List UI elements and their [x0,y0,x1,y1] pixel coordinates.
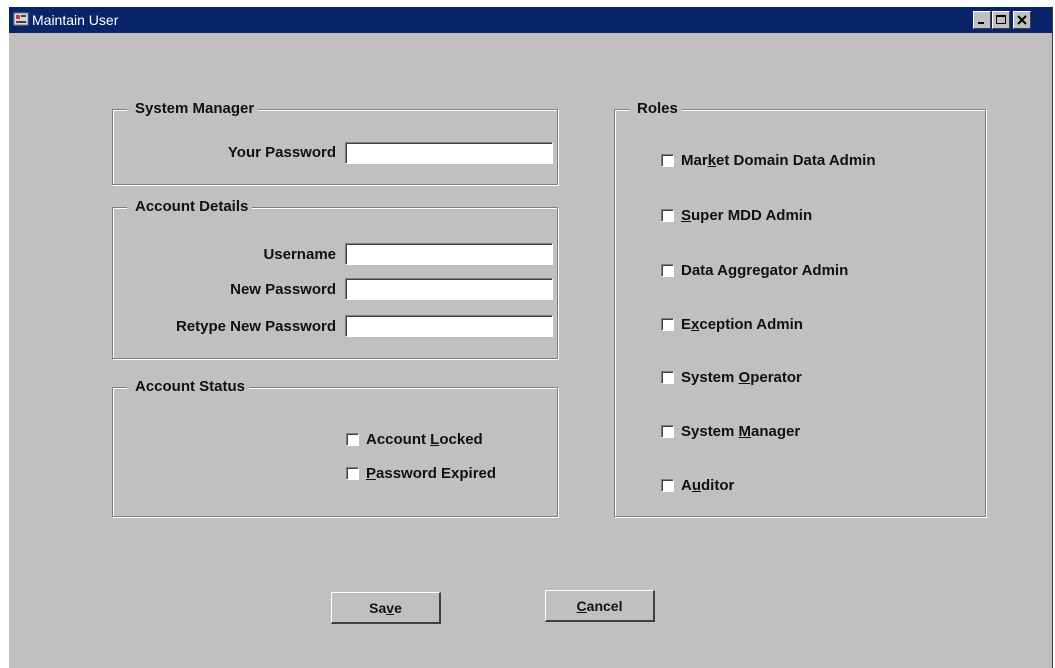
minimize-button[interactable] [973,11,991,29]
password-expired-label: Password Expired [366,465,497,482]
roles-group: Roles Market Domain Data Admin Super MDD… [614,101,986,517]
role-label: Data Aggregator Admin [681,262,849,279]
cancel-button[interactable]: Cancel [545,590,655,622]
title-bar[interactable]: Maintain User [9,7,1052,33]
app-icon [13,12,29,26]
role-super-mdd-admin[interactable]: Super MDD Admin [661,207,812,224]
save-button-label: Save [369,599,402,616]
username-input[interactable] [345,243,553,265]
role-label: System Operator [681,369,802,386]
account-locked-label: Account Locked [366,431,483,448]
maintain-user-window: Maintain User System Manager Your Passwo… [8,6,1053,668]
minimize-icon [978,22,984,24]
role-system-manager[interactable]: System Manager [661,423,800,440]
checkbox-box[interactable] [661,154,674,167]
system-manager-group-label: System Manager [127,101,259,117]
system-manager-group: System Manager Your Password [112,101,558,185]
role-data-aggregator-admin[interactable]: Data Aggregator Admin [661,262,848,279]
role-label: Exception Admin [681,316,803,333]
checkbox-box[interactable] [346,467,359,480]
window-title: Maintain User [32,12,119,28]
role-label: Market Domain Data Admin [681,152,876,169]
username-label: Username [263,246,336,263]
checkbox-box[interactable] [661,209,674,222]
close-icon [1017,15,1027,25]
save-button[interactable]: Save [331,592,441,624]
role-label: Super MDD Admin [681,207,813,224]
account-locked-checkbox[interactable]: Account Locked [346,431,483,448]
account-status-group-label: Account Status [127,379,250,395]
role-system-operator[interactable]: System Operator [661,369,802,386]
new-password-label: New Password [230,281,336,298]
role-label: Auditor [681,477,735,494]
retype-new-password-input[interactable] [345,315,553,337]
maximize-button[interactable] [992,11,1010,29]
account-details-group-label: Account Details [127,199,253,215]
roles-group-label: Roles [629,101,682,117]
your-password-label: Your Password [227,144,336,161]
role-auditor[interactable]: Auditor [661,477,734,494]
password-expired-checkbox[interactable]: Password Expired [346,465,496,482]
account-details-group: Account Details Username New Password Re… [112,199,558,359]
role-exception-admin[interactable]: Exception Admin [661,316,803,333]
checkbox-box[interactable] [661,264,674,277]
maximize-icon [996,15,1006,24]
checkbox-box[interactable] [661,479,674,492]
checkbox-box[interactable] [661,425,674,438]
new-password-input[interactable] [345,278,553,300]
checkbox-box[interactable] [346,433,359,446]
retype-new-password-label: Retype New Password [175,318,336,335]
cancel-button-label: Cancel [576,597,623,614]
role-label: System Manager [681,423,801,440]
close-button[interactable] [1013,11,1031,29]
checkbox-box[interactable] [661,318,674,331]
your-password-input[interactable] [345,142,553,164]
role-market-domain-data-admin[interactable]: Market Domain Data Admin [661,152,876,169]
account-status-group: Account Status Account Locked Password E… [112,379,558,517]
checkbox-box[interactable] [661,371,674,384]
